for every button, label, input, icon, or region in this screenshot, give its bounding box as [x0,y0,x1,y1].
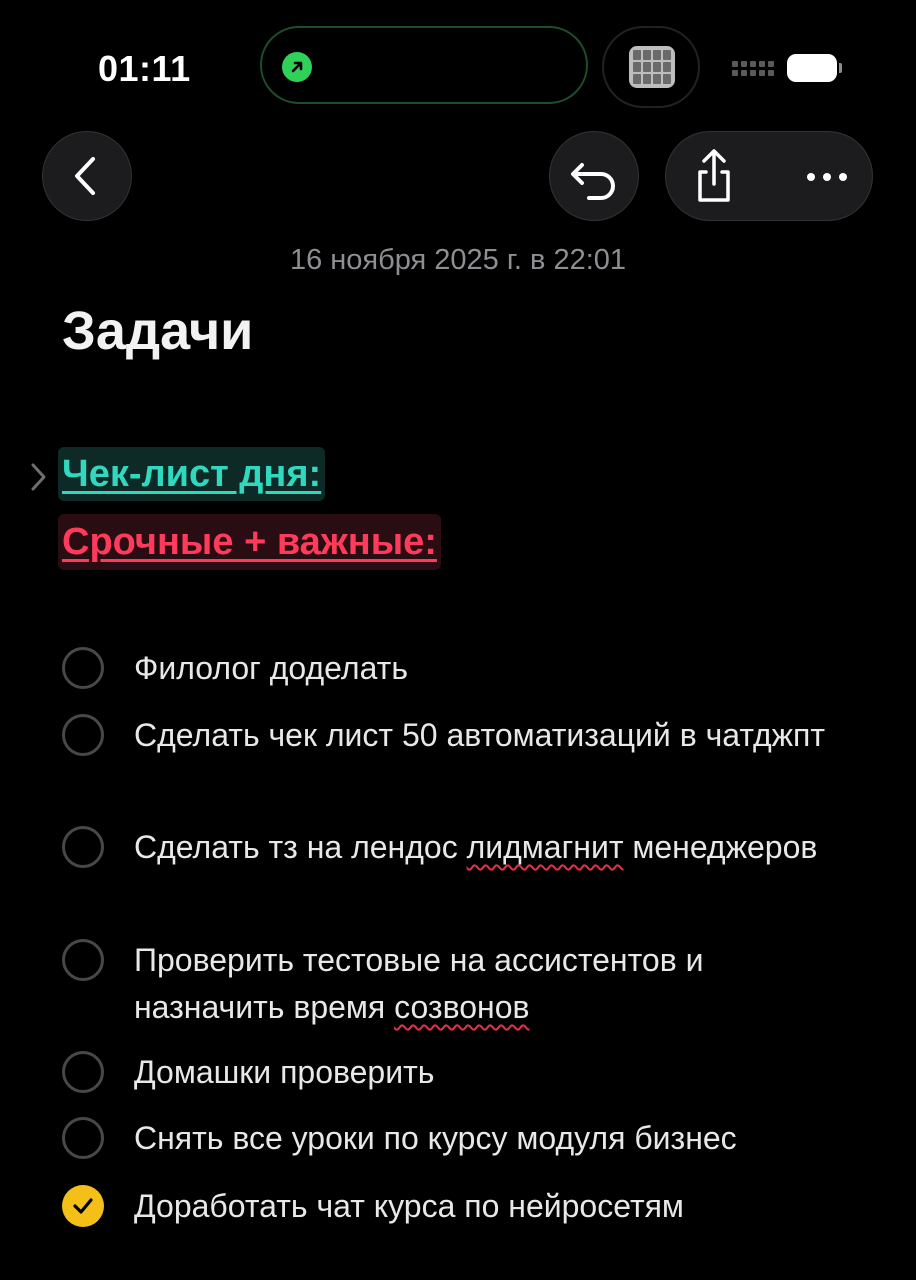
undo-button[interactable] [549,131,639,221]
live-activity-thumbnail[interactable] [602,26,700,108]
section-heading-urgent[interactable]: Срочные + важные: [58,514,441,570]
arrow-up-right-icon [282,52,312,82]
checkbox-checked[interactable] [62,1185,104,1227]
checklist-item-text[interactable]: Проверить тестовые на ассистентов и назн… [134,937,854,1031]
disclosure-chevron-icon[interactable] [28,460,50,494]
more-icon[interactable] [797,162,857,192]
checklist-item-text[interactable]: Доработать чат курса по нейросетям [134,1183,854,1230]
chevron-left-icon [75,157,95,195]
misspelled-word[interactable]: созвонов [394,989,529,1025]
back-button[interactable] [42,131,132,221]
share-icon[interactable] [684,142,744,212]
battery-icon [787,54,842,82]
section-heading-checklist[interactable]: Чек-лист дня: [58,447,326,501]
checkbox[interactable] [62,647,104,689]
checkbox[interactable] [62,1051,104,1093]
checklist-item-text[interactable]: Филолог доделать [134,645,854,692]
thumbnail-image [629,46,675,88]
checklist-item-text[interactable]: Сделать тз на лендос лидмагнит менеджеро… [134,824,854,871]
checkbox[interactable] [62,826,104,868]
text-segment: менеджеров [623,829,818,865]
undo-icon [571,163,615,200]
checkmark-icon [73,1198,93,1214]
misspelled-word[interactable]: лидмагнит [467,829,624,865]
checkbox[interactable] [62,939,104,981]
checklist-item-text[interactable]: Сделать чек лист 50 автоматизаций в чатд… [134,712,854,759]
checklist-item-text[interactable]: Снять все уроки по курсу модуля бизнес [134,1115,854,1162]
actions-pill [665,131,873,221]
text-segment: Сделать тз на лендос [134,829,467,865]
cellular-signal-icon [732,61,776,81]
checkbox[interactable] [62,714,104,756]
dynamic-island[interactable] [260,26,588,104]
note-date: 16 ноября 2025 г. в 22:01 [289,244,627,276]
checklist-item-text[interactable]: Домашки проверить [134,1049,854,1096]
checkbox[interactable] [62,1117,104,1159]
status-time: 01:11 [98,48,191,89]
note-title[interactable]: Задачи [62,300,253,362]
